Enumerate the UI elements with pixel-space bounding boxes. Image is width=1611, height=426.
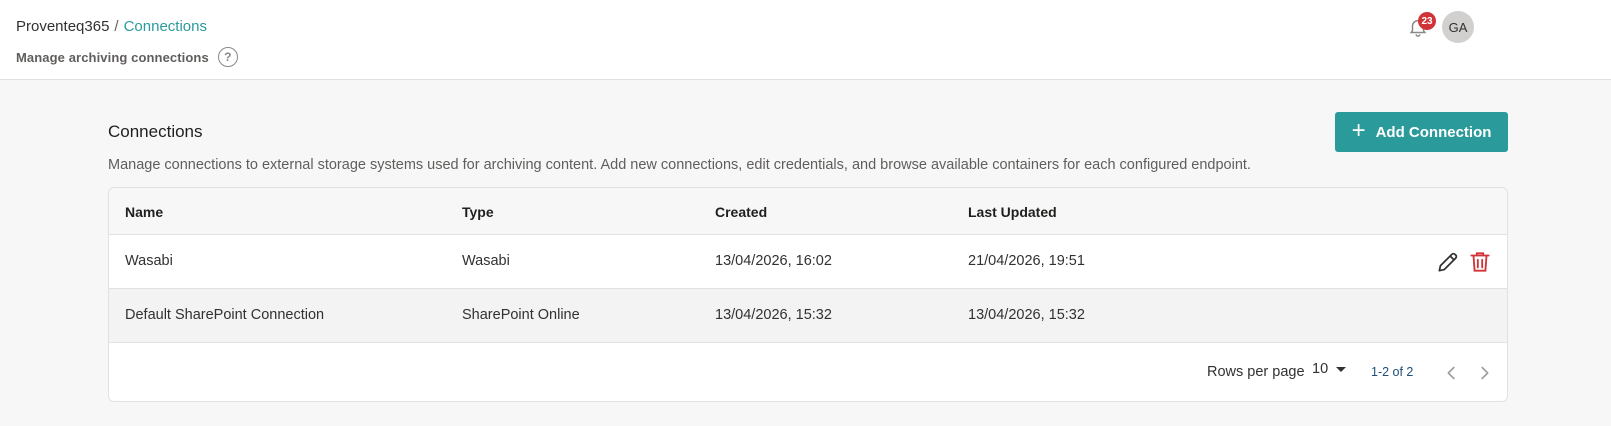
table-row[interactable]: Wasabi Wasabi 13/04/2026, 16:02 21/04/20… (109, 235, 1507, 289)
pagination-range: 1-2 of 2 (1371, 365, 1414, 379)
cell-last-updated: 21/04/2026, 19:51 (968, 253, 1085, 269)
breadcrumb-root[interactable]: Proventeq365 (16, 18, 109, 35)
plus-icon: + (1351, 117, 1366, 144)
cell-type: Wasabi (462, 253, 510, 269)
table-header: Name Type Created Last Updated (109, 188, 1507, 235)
chevron-right-icon[interactable] (1473, 362, 1495, 384)
cell-type: SharePoint Online (462, 307, 580, 323)
page-subtitle: Manage archiving connections ? (16, 47, 238, 67)
connections-table: Name Type Created Last Updated Wasabi Wa… (108, 187, 1508, 402)
page-subtitle-text: Manage archiving connections (16, 49, 209, 65)
column-header-type[interactable]: Type (462, 204, 494, 220)
breadcrumb-current[interactable]: Connections (124, 18, 207, 35)
column-header-name[interactable]: Name (125, 204, 163, 220)
add-connection-button[interactable]: + Add Connection (1335, 112, 1508, 152)
cell-name: Wasabi (125, 253, 173, 269)
breadcrumb-separator: / (114, 18, 119, 35)
rows-per-page-label: Rows per page (1207, 364, 1305, 380)
breadcrumb: Proventeq365 / Connections (16, 18, 207, 35)
add-connection-label: Add Connection (1375, 123, 1492, 141)
cell-created: 13/04/2026, 16:02 (715, 253, 832, 269)
section-description: Manage connections to external storage s… (108, 157, 1251, 173)
help-icon[interactable]: ? (217, 47, 238, 67)
edit-pencil-icon[interactable] (1435, 249, 1461, 275)
top-bar: Proventeq365 / Connections Manage archiv… (0, 0, 1611, 80)
column-header-last-updated[interactable]: Last Updated (968, 204, 1057, 220)
rows-per-page-select[interactable]: 10 (1312, 361, 1347, 377)
chevron-left-icon[interactable] (1441, 362, 1463, 384)
section-title: Connections (108, 122, 203, 141)
cell-created: 13/04/2026, 15:32 (715, 307, 832, 323)
notification-badge: 23 (1418, 12, 1436, 30)
rows-per-page-value: 10 (1312, 361, 1329, 377)
pagination: Rows per page 10 1-2 of 2 (109, 344, 1507, 401)
cell-name: Default SharePoint Connection (125, 307, 325, 323)
delete-trash-icon[interactable] (1467, 249, 1493, 275)
cell-last-updated: 13/04/2026, 15:32 (968, 307, 1085, 323)
caret-down-icon (1336, 366, 1347, 372)
avatar[interactable]: GA (1442, 11, 1474, 43)
table-row[interactable]: Default SharePoint Connection SharePoint… (109, 289, 1507, 343)
column-header-created[interactable]: Created (715, 204, 767, 220)
